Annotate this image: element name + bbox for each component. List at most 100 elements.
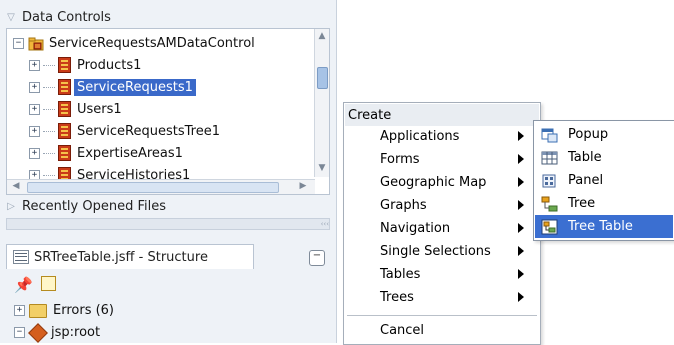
freeze-view-icon[interactable]: [40, 276, 56, 291]
menu-item-label: Geographic Map: [380, 175, 487, 190]
submenu-item-label: Popup: [568, 127, 609, 142]
scroll-left-icon[interactable]: ◀: [10, 181, 22, 191]
menu-item-cancel[interactable]: Cancel: [380, 319, 536, 342]
expand-toggle-icon[interactable]: +: [29, 81, 40, 93]
menu-item-label: Graphs: [380, 198, 427, 213]
submenu-item-label: Tree: [568, 196, 596, 211]
tree-item-label-selected: ServiceRequests1: [74, 78, 196, 96]
panel-icon: [541, 173, 559, 189]
menu-item-graphs[interactable]: Graphs: [380, 194, 536, 217]
tree-item-servicerequeststree1[interactable]: + ServiceRequestsTree1: [29, 120, 220, 142]
expand-toggle-icon[interactable]: +: [29, 125, 40, 137]
jsp-root-icon: [28, 322, 48, 343]
trees-submenu: Popup Table Panel Tree Tree Table: [533, 120, 674, 241]
data-controls-header[interactable]: ▽ Data Controls: [6, 6, 111, 28]
structure-document-icon: [13, 250, 29, 264]
left-panel: ▽ Data Controls − ServiceRequestsAMDataC…: [0, 0, 337, 343]
pin-icon[interactable]: 📌: [14, 276, 33, 294]
collection-icon: [58, 57, 71, 73]
tree-item-expertiseareas1[interactable]: + ExpertiseAreas1: [29, 142, 183, 164]
submenu-arrow-icon: [518, 200, 524, 210]
submenu-item-label: Panel: [568, 173, 604, 188]
structure-tab-title: SRTreeTable.jsff - Structure: [34, 249, 208, 265]
collection-icon: [58, 145, 71, 161]
menu-item-label: Forms: [380, 152, 420, 167]
structure-node-label: Errors (6): [53, 303, 115, 318]
popup-icon: [541, 127, 559, 143]
submenu-arrow-icon: [518, 223, 524, 233]
menu-item-tables[interactable]: Tables: [380, 263, 536, 286]
horizontal-scroll-thumb[interactable]: [27, 182, 279, 193]
submenu-item-label: Tree Table: [568, 219, 633, 234]
menu-item-forms[interactable]: Forms: [380, 148, 536, 171]
menu-item-single-selections[interactable]: Single Selections: [380, 240, 536, 263]
menu-item-label: Navigation: [380, 221, 451, 236]
collapse-toggle-icon[interactable]: −: [13, 37, 24, 49]
create-context-menu: Create Applications Forms Geographic Map…: [343, 102, 541, 345]
table-icon: [541, 150, 559, 166]
submenu-item-popup[interactable]: Popup: [535, 123, 673, 146]
collection-icon: [58, 101, 71, 117]
data-controls-tree: − ServiceRequestsAMDataControl + Product…: [6, 28, 330, 195]
menu-item-label: Tables: [380, 267, 421, 282]
menu-item-geographic-map[interactable]: Geographic Map: [380, 171, 536, 194]
tree-table-icon: [541, 219, 559, 235]
expand-toggle-icon[interactable]: +: [29, 59, 40, 71]
tree-item-label: ServiceRequestsTree1: [77, 123, 220, 139]
menu-item-label: Trees: [380, 290, 414, 305]
minimize-button[interactable]: −: [309, 250, 325, 266]
recent-files-header[interactable]: ▷ Recently Opened Files: [6, 195, 166, 217]
tree-item-users1[interactable]: + Users1: [29, 98, 122, 120]
folder-icon: [29, 303, 47, 318]
menu-separator: [347, 315, 537, 316]
tree-item-label: Products1: [77, 57, 142, 73]
tree-icon: [541, 196, 559, 212]
expand-triangle-icon[interactable]: ▽: [6, 12, 16, 23]
horizontal-scrollbar[interactable]: ◀ ▶: [7, 179, 315, 194]
submenu-item-label: Table: [568, 150, 602, 165]
menu-item-trees[interactable]: Trees: [380, 286, 536, 309]
tree-item-label: Users1: [77, 101, 122, 117]
expand-toggle-icon[interactable]: +: [29, 103, 40, 115]
vertical-scrollbar[interactable]: ▲ ▼: [314, 29, 329, 177]
submenu-item-tree-table[interactable]: Tree Table: [535, 215, 673, 238]
tree-root-label: ServiceRequestsAMDataControl: [49, 35, 255, 51]
menu-item-label: Cancel: [380, 323, 425, 338]
recent-files-title: Recently Opened Files: [22, 198, 166, 214]
scroll-right-icon[interactable]: ▶: [297, 181, 309, 191]
panel-splitter[interactable]: ‹‹‹: [6, 218, 330, 230]
scroll-down-icon[interactable]: ▼: [316, 163, 328, 173]
structure-toolbar: 📌: [14, 276, 56, 294]
submenu-arrow-icon: [518, 269, 524, 279]
structure-node-jsp-root[interactable]: − jsp:root: [14, 322, 101, 343]
submenu-arrow-icon: [518, 154, 524, 164]
structure-node-label: jsp:root: [51, 325, 101, 340]
menu-item-navigation[interactable]: Navigation: [380, 217, 536, 240]
collapse-toggle-icon[interactable]: −: [14, 327, 25, 338]
menu-item-label: Single Selections: [380, 244, 491, 259]
submenu-item-table[interactable]: Table: [535, 146, 673, 169]
tree-item-servicerequests1[interactable]: + ServiceRequests1: [29, 76, 196, 98]
data-controls-title: Data Controls: [22, 9, 111, 25]
menu-header: Create: [345, 104, 539, 126]
collection-icon: [58, 79, 71, 95]
expand-toggle-icon[interactable]: +: [29, 147, 40, 159]
menu-item-applications[interactable]: Applications: [380, 125, 536, 148]
submenu-arrow-icon: [518, 131, 524, 141]
submenu-arrow-icon: [518, 292, 524, 302]
data-control-folder-icon: [28, 36, 44, 51]
vertical-scroll-thumb[interactable]: [317, 67, 328, 89]
tree-item-products1[interactable]: + Products1: [29, 54, 141, 76]
tree-root-row[interactable]: − ServiceRequestsAMDataControl: [13, 32, 255, 54]
submenu-arrow-icon: [518, 246, 524, 256]
submenu-item-tree[interactable]: Tree: [535, 192, 673, 215]
structure-node-errors[interactable]: + Errors (6): [14, 303, 114, 318]
scroll-up-icon[interactable]: ▲: [316, 31, 328, 41]
collection-icon: [58, 123, 71, 139]
collapsed-triangle-icon[interactable]: ▷: [6, 201, 16, 212]
submenu-arrow-icon: [518, 177, 524, 187]
expand-toggle-icon[interactable]: +: [14, 305, 25, 316]
submenu-item-panel[interactable]: Panel: [535, 169, 673, 192]
menu-item-label: Applications: [380, 129, 460, 144]
structure-tab[interactable]: SRTreeTable.jsff - Structure: [6, 244, 254, 269]
